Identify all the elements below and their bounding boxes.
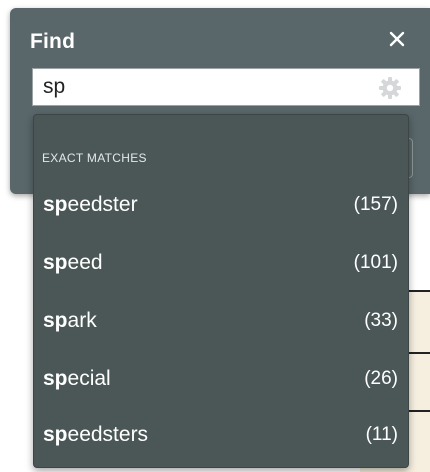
suggestion-count: (33) <box>364 310 398 331</box>
search-input[interactable] <box>33 69 383 105</box>
suggestion-match: sp <box>43 309 68 332</box>
gear-icon[interactable] <box>378 76 402 100</box>
suggestion-match: sp <box>43 251 68 274</box>
suggestion-count: (101) <box>353 252 398 273</box>
suggestion-rest: eed <box>67 251 103 274</box>
suggestion-item[interactable]: special (26) <box>34 353 408 411</box>
find-title: Find <box>30 30 76 53</box>
suggestion-word: speedster <box>43 193 138 217</box>
suggestion-word: spark <box>43 309 97 333</box>
suggestion-item[interactable]: speedster (157) <box>34 179 408 237</box>
search-box <box>32 68 420 106</box>
suggestion-count: (11) <box>365 424 398 445</box>
suggestion-rest: eedster <box>67 193 138 216</box>
suggestion-match: sp <box>43 423 68 446</box>
page-background <box>0 0 430 8</box>
suggestion-count: (26) <box>364 368 398 389</box>
suggestion-rest: eedsters <box>67 423 149 446</box>
suggestion-word: special <box>43 367 111 391</box>
suggestion-item[interactable]: speed (101) <box>34 237 408 295</box>
suggestion-word: speed <box>43 251 103 275</box>
suggestion-match: sp <box>43 367 68 390</box>
suggestion-count: (157) <box>353 194 398 215</box>
section-header: EXACT MATCHES <box>42 151 147 165</box>
suggestion-match: sp <box>43 193 68 216</box>
suggestion-rest: ecial <box>67 367 111 390</box>
suggestion-rest: ark <box>67 309 97 332</box>
close-icon[interactable] <box>386 28 408 50</box>
suggestion-item[interactable]: spark (33) <box>34 295 408 353</box>
suggestion-word: speedsters <box>43 423 148 447</box>
suggestion-dropdown: EXACT MATCHES speedster (157) speed (101… <box>33 114 409 468</box>
suggestion-item[interactable]: speedsters (11) <box>34 409 408 467</box>
